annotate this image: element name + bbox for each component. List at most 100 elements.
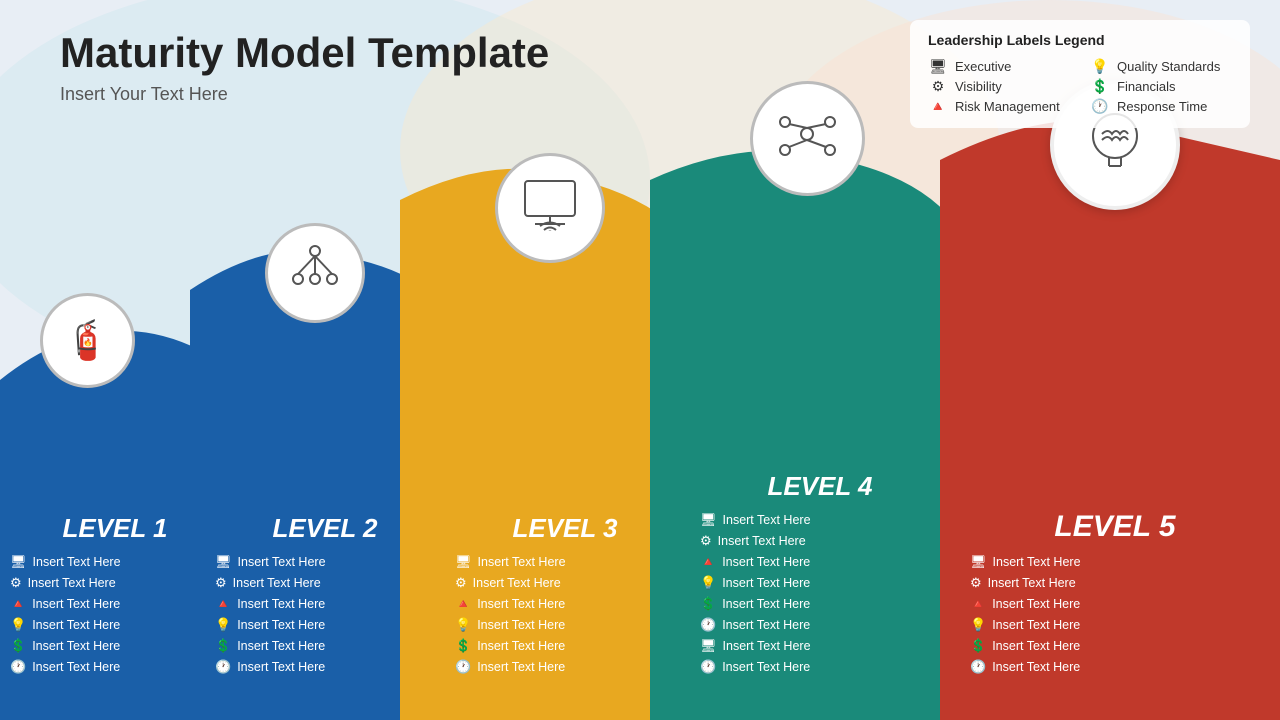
- level5-item-4: 💲Insert Text Here: [970, 638, 1260, 654]
- level4-item-2: 🔺Insert Text Here: [700, 554, 940, 570]
- l1-icon-3: 💡: [10, 617, 26, 633]
- l2-icon-4: 💲: [215, 638, 231, 654]
- legend-item-executive: 🖥 Executive: [928, 56, 1070, 76]
- level4-items: 🖥Insert Text Here ⚙Insert Text Here 🔺Ins…: [700, 512, 940, 675]
- level3-item-1: ⚙Insert Text Here: [455, 575, 675, 591]
- l4-icon-6: 🖥: [700, 638, 717, 654]
- legend-item-response: 🕐 Response Time: [1090, 96, 1232, 116]
- visibility-label: Visibility: [955, 79, 1002, 94]
- level4-item-4: 💲Insert Text Here: [700, 596, 940, 612]
- level2-item-1: ⚙Insert Text Here: [215, 575, 435, 591]
- l4-icon-3: 💡: [700, 575, 716, 591]
- level3-item-4: 💲Insert Text Here: [455, 638, 675, 654]
- level1-icon: 🧯: [64, 319, 111, 363]
- executive-label: Executive: [955, 59, 1011, 74]
- legend-title: Leadership Labels Legend: [928, 32, 1232, 48]
- level1-content: 🧯 LEVEL 1 🖥Insert Text Here ⚙Insert Text…: [10, 513, 220, 680]
- level5-item-3: 💡Insert Text Here: [970, 617, 1260, 633]
- level1-item-5: 🕐Insert Text Here: [10, 659, 220, 675]
- l1-icon-2: 🔺: [10, 596, 26, 612]
- level5-label: LEVEL 5: [970, 510, 1260, 544]
- level1-icon-circle: 🧯: [40, 293, 135, 388]
- level2-icon-circle: [265, 223, 365, 323]
- level5-content: LEVEL 5 🖥Insert Text Here ⚙Insert Text H…: [970, 510, 1260, 680]
- financials-label: Financials: [1117, 79, 1176, 94]
- level1-label: LEVEL 1: [10, 513, 220, 544]
- level4-item-7: 🕐Insert Text Here: [700, 659, 940, 675]
- l3-icon-3: 💡: [455, 617, 471, 633]
- legend: Leadership Labels Legend 🖥 Executive ⚙ V…: [910, 20, 1250, 128]
- level4-label: LEVEL 4: [700, 471, 940, 502]
- quality-label: Quality Standards: [1117, 59, 1220, 74]
- l5-icon-0: 🖥: [970, 554, 987, 570]
- legend-item-financials: 💲 Financials: [1090, 76, 1232, 96]
- level2-content: LEVEL 2 🖥Insert Text Here ⚙Insert Text H…: [215, 513, 435, 680]
- level4-icon: [775, 102, 840, 176]
- level1-item-2: 🔺Insert Text Here: [10, 596, 220, 612]
- l1-icon-0: 🖥: [10, 554, 27, 570]
- level5-item-2: 🔺Insert Text Here: [970, 596, 1260, 612]
- level5-item-0: 🖥Insert Text Here: [970, 554, 1260, 570]
- legend-grid: 🖥 Executive ⚙ Visibility 🔺 Risk Manageme…: [928, 56, 1232, 116]
- l5-icon-3: 💡: [970, 617, 986, 633]
- l2-icon-3: 💡: [215, 617, 231, 633]
- level5-item-5: 🕐Insert Text Here: [970, 659, 1260, 675]
- l2-icon-5: 🕐: [215, 659, 231, 675]
- level2-icon: [288, 241, 343, 305]
- level3-item-0: 🖥Insert Text Here: [455, 554, 675, 570]
- level5-item-1: ⚙Insert Text Here: [970, 575, 1260, 591]
- subtitle: Insert Your Text Here: [60, 84, 549, 105]
- l3-icon-5: 🕐: [455, 659, 471, 675]
- level3-item-3: 💡Insert Text Here: [455, 617, 675, 633]
- level2-item-5: 🕐Insert Text Here: [215, 659, 435, 675]
- l3-icon-1: ⚙: [455, 575, 467, 591]
- l4-icon-4: 💲: [700, 596, 716, 612]
- level1-item-0: 🖥Insert Text Here: [10, 554, 220, 570]
- level2-item-3: 💡Insert Text Here: [215, 617, 435, 633]
- level4-item-6: 🖥Insert Text Here: [700, 638, 940, 654]
- header: Maturity Model Template Insert Your Text…: [60, 30, 549, 105]
- l5-icon-4: 💲: [970, 638, 986, 654]
- level1-item-3: 💡Insert Text Here: [10, 617, 220, 633]
- main-title: Maturity Model Template: [60, 30, 549, 76]
- response-label: Response Time: [1117, 99, 1207, 114]
- l2-icon-2: 🔺: [215, 596, 231, 612]
- level2-item-4: 💲Insert Text Here: [215, 638, 435, 654]
- level2-items: 🖥Insert Text Here ⚙Insert Text Here 🔺Ins…: [215, 554, 435, 675]
- l5-icon-1: ⚙: [970, 575, 982, 591]
- level3-content: LEVEL 3 🖥Insert Text Here ⚙Insert Text H…: [455, 513, 675, 680]
- l1-icon-4: 💲: [10, 638, 26, 654]
- l4-icon-0: 🖥: [700, 512, 717, 528]
- level3-item-5: 🕐Insert Text Here: [455, 659, 675, 675]
- visibility-icon: ⚙: [928, 76, 948, 96]
- executive-icon: 🖥: [928, 56, 948, 76]
- response-icon: 🕐: [1090, 96, 1110, 116]
- level3-icon: [520, 176, 580, 240]
- l3-icon-0: 🖥: [455, 554, 472, 570]
- risk-label: Risk Management: [955, 99, 1060, 114]
- level2-item-0: 🖥Insert Text Here: [215, 554, 435, 570]
- legend-item-risk: 🔺 Risk Management: [928, 96, 1070, 116]
- financials-icon: 💲: [1090, 76, 1110, 96]
- level4-item-5: 🕐Insert Text Here: [700, 617, 940, 633]
- l4-icon-7: 🕐: [700, 659, 716, 675]
- legend-item-visibility: ⚙ Visibility: [928, 76, 1070, 96]
- level2-item-2: 🔺Insert Text Here: [215, 596, 435, 612]
- level1-item-1: ⚙Insert Text Here: [10, 575, 220, 591]
- l4-icon-1: ⚙: [700, 533, 712, 549]
- legend-left: 🖥 Executive ⚙ Visibility 🔺 Risk Manageme…: [928, 56, 1070, 116]
- level2-label: LEVEL 2: [215, 513, 435, 544]
- level1-items: 🖥Insert Text Here ⚙Insert Text Here 🔺Ins…: [10, 554, 220, 675]
- level3-item-2: 🔺Insert Text Here: [455, 596, 675, 612]
- risk-icon: 🔺: [928, 96, 948, 116]
- level4-item-0: 🖥Insert Text Here: [700, 512, 940, 528]
- legend-item-quality: 💡 Quality Standards: [1090, 56, 1232, 76]
- quality-icon: 💡: [1090, 56, 1110, 76]
- l1-icon-1: ⚙: [10, 575, 22, 591]
- l4-icon-2: 🔺: [700, 554, 716, 570]
- l5-icon-2: 🔺: [970, 596, 986, 612]
- l5-icon-5: 🕐: [970, 659, 986, 675]
- l3-icon-4: 💲: [455, 638, 471, 654]
- level4-content: LEVEL 4 🖥Insert Text Here ⚙Insert Text H…: [700, 471, 940, 680]
- level4-icon-circle: [750, 81, 865, 196]
